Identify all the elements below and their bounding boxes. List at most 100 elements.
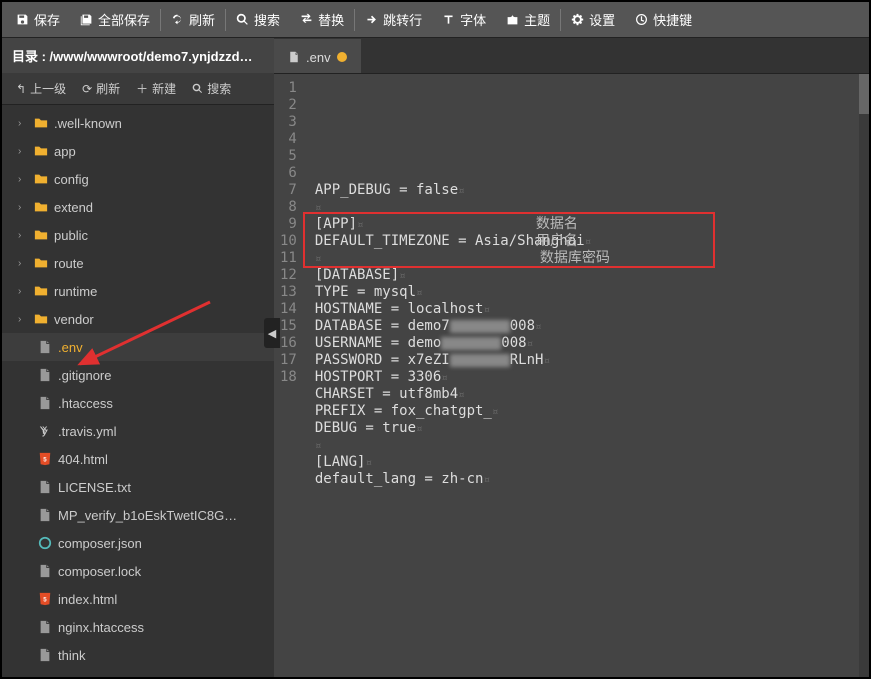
tree-file[interactable]: .env xyxy=(2,333,274,361)
tree-file[interactable]: composer.lock xyxy=(2,557,274,585)
sidebar-search-button[interactable]: 搜索 xyxy=(184,73,239,105)
folder-icon xyxy=(34,312,48,326)
tree-folder[interactable]: ›extend xyxy=(2,193,274,221)
tree-label: composer.lock xyxy=(58,564,141,579)
file-type-icon xyxy=(38,480,52,494)
editor-area: ◀ .env 123456789101112131415161718 数据名 用… xyxy=(274,38,869,677)
code-line[interactable]: PASSWORD = x7eZIRLnH¤ xyxy=(315,352,861,369)
annot-pwd: 数据库密码 xyxy=(540,250,610,267)
code-line[interactable]: HOSTPORT = 3306¤ xyxy=(315,369,861,386)
code-line[interactable]: ¤ xyxy=(315,199,861,216)
tree-label: 404.html xyxy=(58,452,108,467)
chevron-right-icon: › xyxy=(18,118,28,129)
tree-file[interactable]: 5index.html xyxy=(2,585,274,613)
code-content[interactable]: 数据名 用户名 数据库密码 APP_DEBUG = false¤¤[APP]¤D… xyxy=(307,74,869,677)
code-line[interactable]: DEFAULT_TIMEZONE = Asia/Shanghai¤ xyxy=(315,233,861,250)
svg-text:5: 5 xyxy=(43,457,47,464)
chevron-right-icon: › xyxy=(18,286,28,297)
save-button[interactable]: 保存 xyxy=(6,2,70,38)
code-line[interactable]: USERNAME = demo008¤ xyxy=(315,335,861,352)
code-line[interactable]: CHARSET = utf8mb4¤ xyxy=(315,386,861,403)
tree-file[interactable]: composer.json xyxy=(2,529,274,557)
scrollbar[interactable] xyxy=(859,74,869,677)
tree-file[interactable]: LICENSE.txt xyxy=(2,473,274,501)
code-line[interactable]: HOSTNAME = localhost¤ xyxy=(315,301,861,318)
theme-icon xyxy=(506,13,519,26)
theme-button[interactable]: 主题 xyxy=(496,2,560,38)
file-type-icon xyxy=(38,564,52,578)
tree-folder[interactable]: ›route xyxy=(2,249,274,277)
code-line[interactable]: PREFIX = fox_chatgpt_¤ xyxy=(315,403,861,420)
sidebar-refresh-button[interactable]: ⟳刷新 xyxy=(74,73,128,105)
tree-file[interactable]: y.travis.yml xyxy=(2,417,274,445)
code-line[interactable]: TYPE = mysql¤ xyxy=(315,284,861,301)
refresh-icon: ⟳ xyxy=(82,82,92,96)
code-line[interactable]: DEBUG = true¤ xyxy=(315,420,861,437)
keys-icon xyxy=(635,13,648,26)
code-line[interactable]: [APP]¤ xyxy=(315,216,861,233)
tree-file[interactable]: .htaccess xyxy=(2,389,274,417)
up-icon: ↰ xyxy=(16,82,26,96)
tab-label: .env xyxy=(306,50,331,65)
code-line[interactable]: APP_DEBUG = false¤ xyxy=(315,182,861,199)
chevron-right-icon: › xyxy=(18,146,28,157)
font-button[interactable]: 字体 xyxy=(432,2,496,38)
tree-file[interactable]: .gitignore xyxy=(2,361,274,389)
code-line[interactable]: DATABASE = demo7008¤ xyxy=(315,318,861,335)
tree-label: nginx.htaccess xyxy=(58,620,144,635)
collapse-sidebar-button[interactable]: ◀ xyxy=(264,318,280,348)
tree-file[interactable]: MP_verify_b1oEskTwetIC8G… xyxy=(2,501,274,529)
up-level-button[interactable]: ↰上一级 xyxy=(8,73,74,105)
font-icon xyxy=(442,13,455,26)
folder-icon xyxy=(34,116,48,130)
main-area: 目录 : /www/wwwroot/demo7.ynjdzzd… ↰上一级 ⟳刷… xyxy=(2,38,869,677)
tree-folder[interactable]: ›app xyxy=(2,137,274,165)
code-line[interactable]: default_lang = zh-cn¤ xyxy=(315,471,861,488)
tree-label: route xyxy=(54,256,84,271)
modified-indicator-icon xyxy=(337,52,347,62)
annot-user: 用户名 xyxy=(536,233,578,250)
tree-folder[interactable]: ›runtime xyxy=(2,277,274,305)
sidebar: 目录 : /www/wwwroot/demo7.ynjdzzd… ↰上一级 ⟳刷… xyxy=(2,38,274,677)
tree-file[interactable]: nginx.htaccess xyxy=(2,613,274,641)
tree-file[interactable]: think xyxy=(2,641,274,669)
code-line[interactable]: [DATABASE]¤ xyxy=(315,267,861,284)
svg-text:y: y xyxy=(42,427,49,437)
folder-icon xyxy=(34,256,48,270)
tree-folder[interactable]: ›.well-known xyxy=(2,109,274,137)
search-icon xyxy=(192,83,203,94)
line-gutter: 123456789101112131415161718 xyxy=(274,74,307,677)
file-type-icon xyxy=(38,536,52,550)
code-line[interactable]: ¤ xyxy=(315,437,861,454)
folder-icon xyxy=(34,228,48,242)
tree-label: LICENSE.txt xyxy=(58,480,131,495)
goto-line-button[interactable]: 跳转行 xyxy=(355,2,432,38)
tree-folder[interactable]: ›config xyxy=(2,165,274,193)
search-button[interactable]: 搜索 xyxy=(226,2,290,38)
file-tree[interactable]: ›.well-known›app›config›extend›public›ro… xyxy=(2,105,274,677)
new-button[interactable]: ＋新建 xyxy=(128,73,184,105)
shortcuts-button[interactable]: 快捷键 xyxy=(625,2,702,38)
file-type-icon xyxy=(38,368,52,382)
chevron-right-icon: › xyxy=(18,314,28,325)
tree-file[interactable]: 5 404.html xyxy=(2,445,274,473)
tree-label: .htaccess xyxy=(58,396,113,411)
refresh-icon xyxy=(171,13,184,26)
tabs-bar: .env xyxy=(274,38,869,74)
code-editor[interactable]: 123456789101112131415161718 数据名 用户名 数据库密… xyxy=(274,74,869,677)
code-line[interactable]: [LANG]¤ xyxy=(315,454,861,471)
search-icon xyxy=(236,13,249,26)
tree-folder[interactable]: ›public xyxy=(2,221,274,249)
replace-button[interactable]: 替换 xyxy=(290,2,354,38)
annot-db: 数据名 xyxy=(536,216,578,233)
sidebar-tools: ↰上一级 ⟳刷新 ＋新建 搜索 xyxy=(2,73,274,105)
refresh-button[interactable]: 刷新 xyxy=(161,2,225,38)
scrollbar-thumb[interactable] xyxy=(859,74,869,114)
file-type-icon xyxy=(38,396,52,410)
save-all-button[interactable]: 全部保存 xyxy=(70,2,160,38)
tree-label: .env xyxy=(58,340,83,355)
tree-folder[interactable]: ›vendor xyxy=(2,305,274,333)
settings-button[interactable]: 设置 xyxy=(561,2,625,38)
tab-env[interactable]: .env xyxy=(274,39,361,73)
tree-label: .gitignore xyxy=(58,368,111,383)
